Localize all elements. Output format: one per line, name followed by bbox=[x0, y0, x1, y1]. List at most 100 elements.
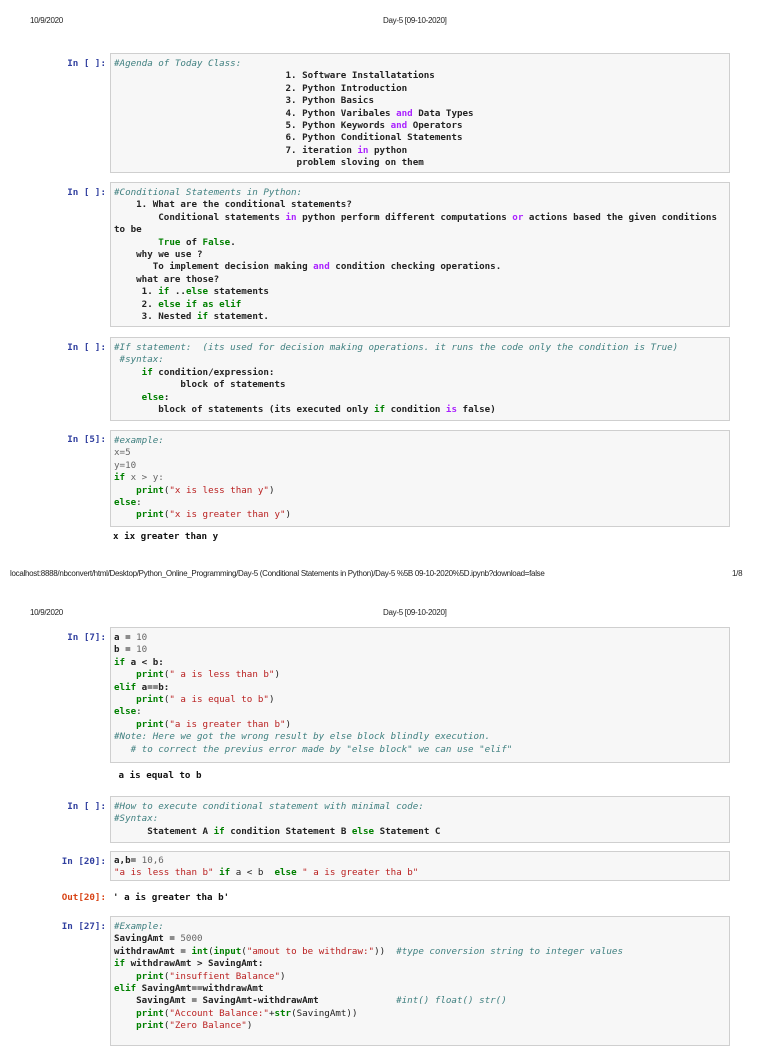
code-token: ) bbox=[285, 718, 292, 730]
cell-prompt: In [7]: bbox=[67, 632, 106, 643]
code-line: if x > y: bbox=[114, 472, 729, 484]
code-line: what are those? bbox=[114, 274, 729, 286]
code-token: else bbox=[141, 391, 164, 403]
code-token: problem sloving on them bbox=[114, 157, 424, 169]
code-line: Conditional statements in python perform… bbox=[114, 212, 729, 224]
code-token: if bbox=[141, 366, 153, 378]
print-title: Day-5 [09-10-2020] bbox=[383, 608, 447, 617]
code-line: #Syntax: bbox=[114, 813, 729, 825]
code-token: . bbox=[230, 236, 236, 248]
code-token: ) bbox=[246, 1020, 253, 1032]
code-token: int bbox=[191, 945, 209, 957]
code-line: if a < b: bbox=[114, 657, 729, 669]
code-cell-if-syntax[interactable]: #If statement: (its used for decision ma… bbox=[110, 337, 730, 421]
code-line: problem sloving on them bbox=[114, 157, 729, 169]
cell-prompt: In [ ]: bbox=[67, 187, 106, 198]
code-token: : bbox=[136, 496, 142, 508]
code-token: 2. bbox=[114, 298, 159, 310]
code-token: print bbox=[136, 669, 164, 681]
code-token: )) bbox=[374, 945, 397, 957]
code-line: print("x is greater than y") bbox=[114, 509, 729, 521]
code-token: else bbox=[351, 825, 375, 837]
code-token: #int() float() str() bbox=[396, 995, 507, 1007]
code-token: True bbox=[158, 236, 181, 248]
code-line: #Agenda of Today Class: bbox=[114, 58, 729, 70]
code-line: to be bbox=[114, 224, 729, 236]
code-line: a,b= 10,6 bbox=[114, 855, 729, 867]
code-line: elif SavingAmt==withdrawAmt bbox=[114, 983, 729, 995]
code-line: why we use ? bbox=[114, 249, 729, 261]
code-line: if withdrawAmt > SavingAmt: bbox=[114, 958, 729, 970]
code-token: print bbox=[136, 1007, 164, 1019]
print-date: 10/9/2020 bbox=[30, 608, 63, 617]
code-line: 3. Python Basics bbox=[114, 95, 729, 107]
code-token: if bbox=[219, 867, 231, 879]
code-token: To implement decision making bbox=[114, 261, 314, 273]
code-token: 5000 bbox=[180, 933, 203, 945]
code-token: print bbox=[136, 718, 164, 730]
code-token: if bbox=[213, 825, 225, 837]
code-token: a,b= bbox=[114, 855, 142, 866]
code-token: : bbox=[163, 391, 170, 403]
code-line: 1. if ..else statements bbox=[114, 286, 729, 298]
code-token: print bbox=[136, 693, 164, 705]
code-token: #Note: Here we got the wrong result by e… bbox=[114, 731, 491, 743]
cell-prompt: In [20]: bbox=[61, 856, 106, 867]
code-token: a < b bbox=[230, 867, 275, 879]
code-cell-elif[interactable]: a = 10 b = 10 if a < b: print(" a is less … bbox=[110, 627, 730, 763]
code-line: block of statements bbox=[114, 379, 729, 391]
code-token: else bbox=[114, 706, 137, 718]
code-line: x=5 bbox=[114, 447, 729, 459]
code-token: x=5 bbox=[114, 447, 131, 459]
code-line: 4. Python Varibales and Data Types bbox=[114, 108, 729, 120]
code-line: print(" a is equal to b") bbox=[114, 694, 729, 706]
code-token: ) bbox=[268, 484, 275, 496]
code-token: a = bbox=[114, 632, 137, 643]
code-line: print("a is greater than b") bbox=[114, 719, 729, 731]
code-token: condition/expression: bbox=[152, 366, 275, 378]
code-token: 3. Nested bbox=[114, 310, 197, 322]
code-token: to be bbox=[114, 224, 142, 236]
code-line: withdrawAmt = int(input("amout to be wit… bbox=[114, 946, 729, 958]
code-token: statement. bbox=[208, 310, 269, 322]
code-token: SavingAmt = SavingAmt-withdrawAmt bbox=[114, 995, 397, 1007]
cell-output: ' a is greater tha b' bbox=[113, 892, 230, 903]
code-token: block of statements bbox=[114, 379, 286, 391]
code-token: "a is less than b" bbox=[114, 867, 214, 879]
code-cell-conditional-intro[interactable]: #Conditional Statements in Python: 1. Wh… bbox=[110, 182, 730, 327]
code-line: elif a==b: bbox=[114, 682, 729, 694]
code-token: print bbox=[136, 509, 164, 521]
code-token: # to correct the previus error made by "… bbox=[114, 743, 513, 755]
code-token: ) bbox=[285, 509, 292, 521]
code-token: Conditional statements bbox=[114, 211, 286, 223]
cell-prompt: In [27]: bbox=[61, 921, 106, 932]
code-cell-ternary-syntax[interactable]: #How to execute conditional statement wi… bbox=[110, 796, 730, 843]
code-token: Statement A bbox=[114, 825, 214, 837]
footer-url: localhost:8888/nbconvert/html/Desktop/Py… bbox=[10, 569, 545, 578]
code-token: #How to execute conditional statement wi… bbox=[114, 801, 424, 812]
code-cell-ternary[interactable]: a,b= 10,6 "a is less than b" if a < b els… bbox=[110, 851, 730, 881]
code-token: False bbox=[202, 236, 231, 248]
code-line: 5. Python Keywords and Operators bbox=[114, 120, 729, 132]
code-token: #example: bbox=[114, 435, 164, 446]
code-token: or bbox=[512, 211, 524, 223]
code-token: str bbox=[274, 1007, 292, 1019]
markdown-cell-agenda[interactable]: #Agenda of Today Class: 1. Software Inst… bbox=[110, 53, 730, 173]
code-line: # to correct the previus error made by "… bbox=[114, 744, 729, 756]
code-cell-withdraw-example[interactable]: #Example: SavingAmt = 5000 withdrawAmt = i… bbox=[110, 916, 730, 1046]
code-token: "x is less than y" bbox=[169, 484, 269, 496]
code-token: 2. Python Introduction bbox=[114, 82, 408, 94]
code-cell-example[interactable]: #example: x=5 y=10 if x > y: print("x is le… bbox=[110, 430, 730, 527]
code-token: Data Types bbox=[412, 107, 474, 119]
code-token: ) bbox=[280, 970, 286, 982]
code-token: "Account Balance:" bbox=[169, 1007, 269, 1019]
out-prompt: Out[20]: bbox=[61, 892, 106, 903]
code-token: withdrawAmt > SavingAmt: bbox=[125, 958, 264, 970]
